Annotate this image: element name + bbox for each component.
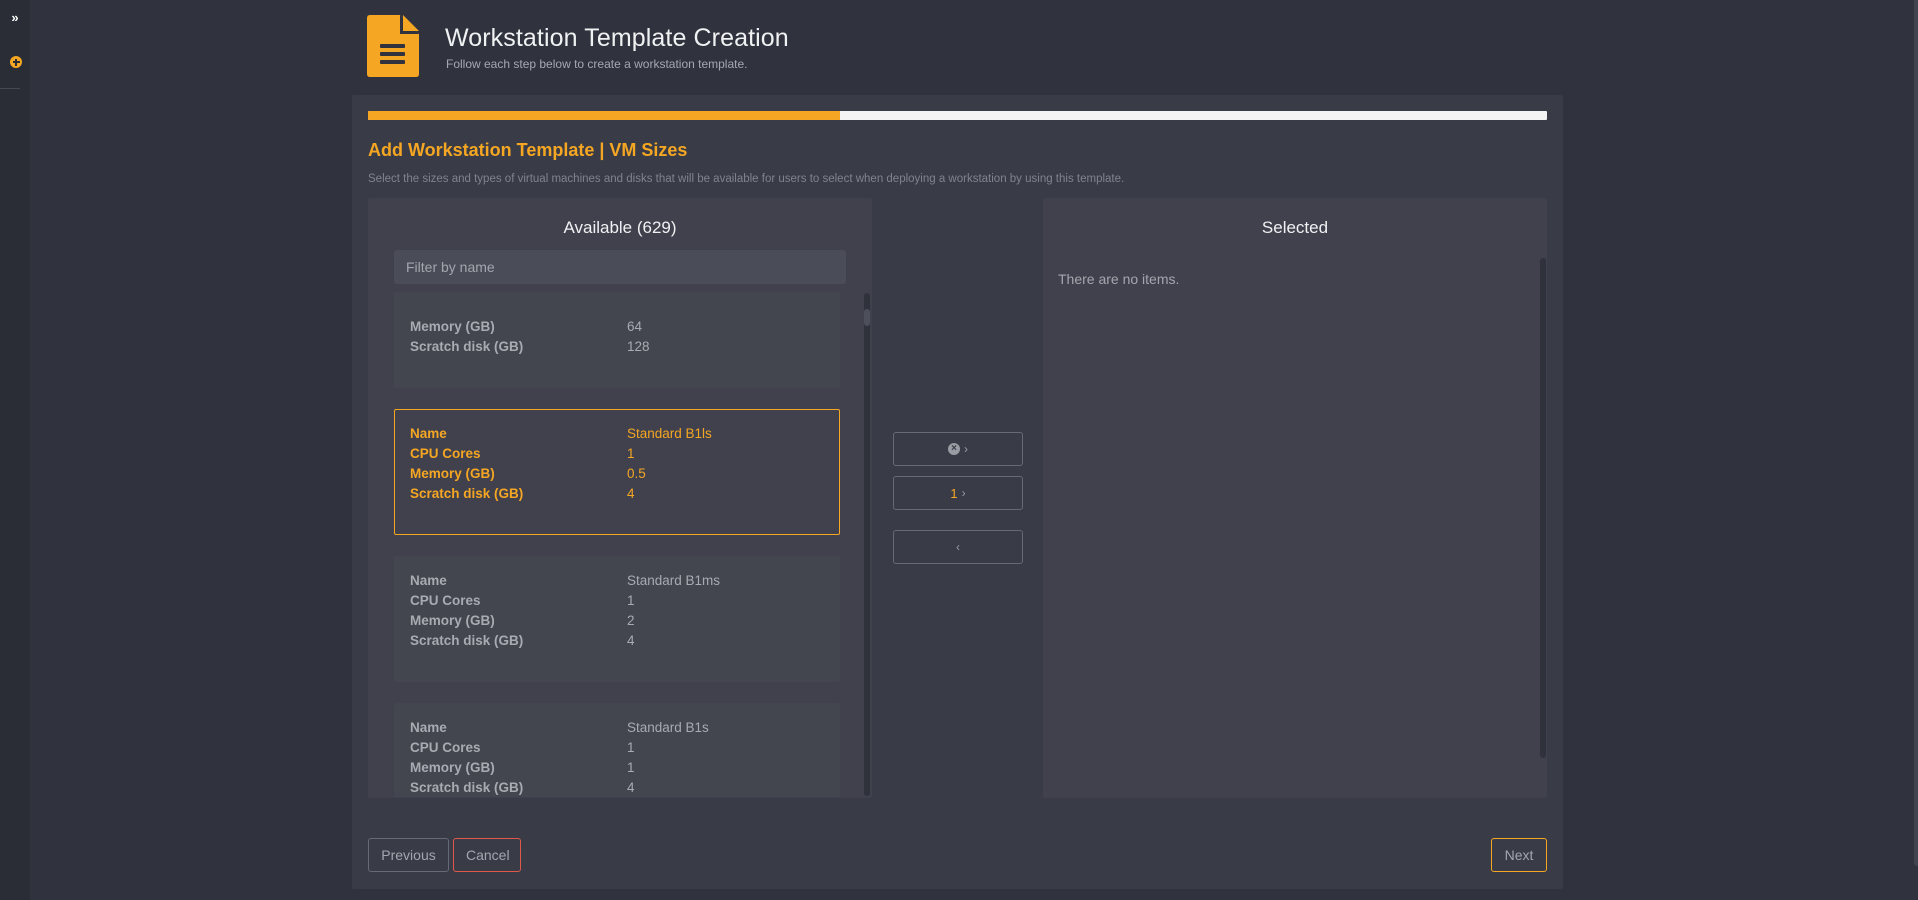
- vm-field-row: Name Standard B1ms: [410, 571, 830, 591]
- vm-field-row: CPU Cores 1: [410, 444, 830, 464]
- next-button[interactable]: Next: [1491, 838, 1547, 872]
- step-title: Add Workstation Template | VM Sizes: [368, 140, 688, 160]
- vm-field-value: 1: [627, 760, 635, 775]
- page-header: Workstation Template Creation Follow eac…: [367, 15, 1067, 79]
- chevron-left-icon: ‹: [956, 540, 960, 554]
- page-title: Workstation Template Creation: [445, 24, 789, 52]
- vm-field-row: Name Standard B1ls: [410, 424, 830, 444]
- step-description: Select the sizes and types of virtual ma…: [368, 173, 1125, 185]
- vm-field-value: 4: [627, 633, 635, 648]
- vm-size-card[interactable]: Name Standard B1ls CPU Cores 1 Memory (GB) 0.…: [394, 409, 840, 535]
- available-scrollbar[interactable]: [864, 293, 870, 796]
- chevron-right-icon: ›: [964, 442, 968, 456]
- sidebar: »: [0, 0, 30, 900]
- vm-field-value: 128: [627, 339, 650, 354]
- available-panel: Available (629) Memory (GB) 64 Scratch dis…: [368, 198, 872, 798]
- vm-field-value: Standard B1s: [627, 720, 709, 735]
- vm-field-label: Scratch disk (GB): [410, 486, 524, 501]
- vm-field-value: 1: [627, 740, 635, 755]
- vm-field-row: CPU Cores 1: [410, 591, 830, 611]
- chevron-right-icon: ›: [961, 486, 966, 500]
- vm-field-label: CPU Cores: [410, 446, 481, 461]
- vm-field-label: Name: [410, 573, 447, 588]
- vm-field-row: Scratch disk (GB) 4: [410, 778, 830, 797]
- previous-button[interactable]: Previous: [368, 838, 449, 872]
- vm-field-label: CPU Cores: [410, 593, 481, 608]
- vm-field-value: 1: [627, 593, 635, 608]
- vm-field-value: Standard B1ls: [627, 426, 712, 441]
- vm-field-row: CPU Cores 1: [410, 738, 830, 758]
- wizard-progress-bar: [368, 111, 1547, 120]
- vm-field-row: Scratch disk (GB) 4: [410, 631, 830, 651]
- vm-field-label: Scratch disk (GB): [410, 780, 524, 795]
- vm-field-row: Memory (GB) 2: [410, 611, 830, 631]
- vm-field-label: Name: [410, 426, 447, 441]
- vm-field-label: Scratch disk (GB): [410, 633, 524, 648]
- wizard-card: Add Workstation Template | VM Sizes Sele…: [352, 95, 1563, 889]
- selected-scrollbar[interactable]: [1540, 258, 1546, 758]
- vm-field-label: Memory (GB): [410, 760, 495, 775]
- vm-field-row: Memory (GB) 0.5: [410, 464, 830, 484]
- remove-selected-button[interactable]: ‹: [893, 530, 1023, 564]
- chevrons-right-icon[interactable]: »: [8, 10, 22, 26]
- vm-field-label: Memory (GB): [410, 319, 495, 334]
- vm-size-card[interactable]: Name Standard B1ms CPU Cores 1 Memory (GB) 2 S…: [394, 556, 840, 682]
- vm-field-label: Memory (GB): [410, 613, 495, 628]
- vm-field-row: Scratch disk (GB) 128: [410, 337, 830, 357]
- document-icon: [367, 15, 419, 77]
- vm-field-value: 1: [627, 446, 635, 461]
- vm-field-row: Memory (GB) 1: [410, 758, 830, 778]
- vm-field-label: Memory (GB): [410, 466, 495, 481]
- selected-title: Selected: [1261, 218, 1329, 237]
- vm-field-value: Standard B1ms: [627, 573, 721, 588]
- available-list[interactable]: Memory (GB) 64 Scratch disk (GB) 128 Name Sta…: [394, 292, 844, 797]
- cancel-button[interactable]: Cancel: [453, 838, 521, 872]
- vm-size-card[interactable]: Memory (GB) 64 Scratch disk (GB) 128: [394, 292, 840, 388]
- page-subtitle: Follow each step below to create a works…: [446, 57, 748, 71]
- vm-field-value: 4: [627, 486, 635, 501]
- available-scrollbar-thumb[interactable]: [864, 309, 870, 326]
- selected-count: 1: [950, 485, 958, 501]
- clear-selection-button[interactable]: × ›: [893, 432, 1023, 466]
- vm-field-value: 2: [627, 613, 635, 628]
- wizard-progress-fill: [368, 111, 840, 120]
- plus-circle-icon[interactable]: [10, 56, 22, 68]
- empty-state-text: There are no items.: [1058, 271, 1180, 287]
- filter-input[interactable]: [394, 250, 846, 284]
- sidebar-divider: [0, 88, 20, 89]
- available-title: Available (629): [563, 218, 677, 237]
- selected-panel: Selected There are no items.: [1043, 198, 1547, 798]
- page-scrollbar[interactable]: [1914, 0, 1918, 866]
- vm-size-card[interactable]: Name Standard B1s CPU Cores 1 Memory (GB) 1 Sc…: [394, 703, 840, 797]
- vm-field-value: 64: [627, 319, 643, 334]
- available-list-track: Memory (GB) 64 Scratch disk (GB) 128 Name Sta…: [394, 292, 844, 797]
- vm-field-label: Name: [410, 720, 447, 735]
- vm-field-label: CPU Cores: [410, 740, 481, 755]
- vm-field-value: 0.5: [627, 466, 646, 481]
- vm-field-row: Name Standard B1s: [410, 718, 830, 738]
- x-circle-icon: ×: [948, 443, 960, 455]
- vm-field-value: 4: [627, 780, 635, 795]
- vm-field-label: Scratch disk (GB): [410, 339, 524, 354]
- vm-field-row: Scratch disk (GB) 4: [410, 484, 830, 504]
- vm-field-row: Memory (GB) 64: [410, 317, 830, 337]
- move-selected-button[interactable]: 1 ›: [893, 476, 1023, 510]
